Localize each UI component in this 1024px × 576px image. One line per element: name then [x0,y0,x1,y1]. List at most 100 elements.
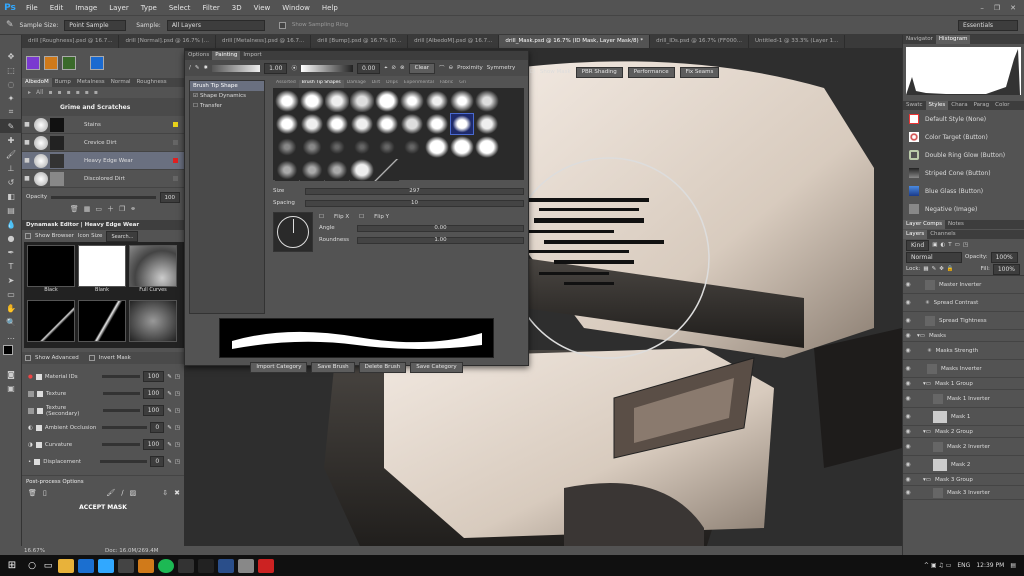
brush-tip[interactable] [375,113,399,135]
edit-icon[interactable]: ✎ [167,391,172,397]
3do-icon[interactable] [90,56,104,70]
screen-mode-icon[interactable]: ▣ [0,381,22,395]
brush-gradient-slider[interactable] [212,64,261,72]
tab-channels[interactable]: Channels [927,230,958,239]
brush-tip-selected[interactable] [450,113,474,135]
notifications-icon[interactable]: ▤ [1010,562,1016,569]
file-explorer-icon[interactable] [58,558,74,573]
source-material-ids[interactable]: ● Material IDs 100 ✎ ◳ [22,368,184,385]
clone-icon[interactable]: ⊘ [391,65,396,71]
layer-row[interactable]: ◉ Mask 1 [903,408,1024,426]
mask-row-crevice-dirt[interactable]: ■ Crevice Dirt [22,134,184,152]
settings-icon[interactable]: ◳ [175,374,180,380]
channel-icon-1[interactable]: ▪ [48,89,52,96]
brush-tool-icon[interactable]: 🖌 [0,147,22,161]
tab-swatches[interactable]: Swatc [903,101,926,110]
zoom-level[interactable]: 16.67% [24,548,45,554]
brush-preset-icon[interactable]: ✎ [195,65,200,71]
doc-tab-bump[interactable]: drill [Bump].psd @ 16.7% (D... [311,35,409,48]
spotify-icon[interactable] [158,558,174,573]
edit-icon[interactable]: ✎ [167,442,172,448]
brush-tip[interactable] [325,136,349,158]
brush-tip[interactable] [325,159,349,181]
clear-icon[interactable]: ✖ [174,489,180,497]
folder-icon[interactable]: ▭ [95,205,102,213]
stroke-icon[interactable]: ∕ [121,489,123,497]
opacity-slider[interactable] [51,195,156,199]
doc-tab-normal[interactable]: drill [Normal].psd @ 16.7% (... [119,35,216,48]
thumb-blank[interactable]: Blank [78,245,126,297]
style-double-ring[interactable]: Double Ring Glow (Button) [903,146,1024,164]
brush-tip[interactable] [275,159,299,181]
cat-damage[interactable]: Damage [344,80,369,88]
filezilla-icon[interactable] [258,558,274,573]
visibility-checkbox[interactable]: ■ [22,175,32,182]
export-icon[interactable]: ⇩ [162,489,168,497]
blur-tool-icon[interactable]: 💧 [0,217,22,231]
lock-pixels-icon[interactable]: ▦ [923,266,928,272]
brush-icon[interactable]: ∕ [189,65,191,71]
brush-tip[interactable] [375,159,399,181]
tab-painting[interactable]: Painting [212,51,241,60]
hand-tool-icon[interactable]: ✋ [0,301,22,315]
lock-all-icon[interactable]: 🔒 [947,266,954,272]
doc-tab-albedo[interactable]: drill [AlbedoM].psd @ 16.7... [408,35,500,48]
layer-row[interactable]: ◉ Spread Tightness [903,312,1024,330]
brush-tip[interactable] [450,136,474,158]
brush-tip[interactable] [450,90,474,112]
eye-icon[interactable]: ◉ [903,395,913,402]
pen-tool-icon[interactable]: ✒ [0,245,22,259]
brush-tip[interactable] [300,159,324,181]
settings-icon[interactable]: ◳ [175,425,180,431]
clock[interactable]: 12:39 PM [976,562,1004,569]
layer-row[interactable]: ◉ ✳ Spread Contrast [903,294,1024,312]
tab-albedo[interactable]: AlbedoM [22,78,52,87]
app-icon-3[interactable] [178,558,194,573]
transfer-item[interactable]: ☐ Transfer [190,101,264,111]
accept-mask-button[interactable]: ACCEPT MASK [22,501,184,515]
thumb-full-curves[interactable]: Full Curves [129,245,177,297]
stamp-tool-icon[interactable]: ⊥ [0,161,22,175]
shape-tool-icon[interactable]: ▭ [0,287,22,301]
brush-tip[interactable] [475,113,499,135]
post-process-options[interactable]: Post-process Options [22,475,184,487]
maximize-icon[interactable]: ❐ [994,4,1000,12]
proximity-label[interactable]: Proximity [457,65,483,71]
eyedropper-icon[interactable]: ✎ [0,119,22,133]
invert-mask-checkbox[interactable] [88,355,95,361]
brush-tip[interactable] [350,90,374,112]
fix-seams-button[interactable]: Fix Seams [679,66,720,78]
fill-input[interactable]: 100% [992,263,1020,275]
eye-icon[interactable]: ◉ [903,281,913,288]
brush-tip[interactable] [400,90,424,112]
brush-tip[interactable] [300,113,324,135]
save-icon[interactable]: ▦ [84,205,91,213]
brush-tip[interactable] [275,113,299,135]
app-icon-6[interactable] [238,558,254,573]
brush-tip[interactable] [300,136,324,158]
flip-x-checkbox[interactable]: ☐ [319,214,324,220]
layer-group-row[interactable]: ◉ ▾▭ Mask 1 Group [903,378,1024,390]
filter-pixel-icon[interactable]: ▣ [932,242,937,248]
menu-edit[interactable]: Edit [44,4,70,12]
brush-tip[interactable] [400,136,424,158]
type-tool-icon[interactable]: T [0,259,22,273]
photoshop-icon[interactable] [98,558,114,573]
menu-type[interactable]: Type [135,4,163,12]
brush-tip[interactable] [425,136,449,158]
menu-3d[interactable]: 3D [226,4,248,12]
symmetry-label[interactable]: Symmetry [487,65,516,71]
ddo-icon[interactable] [26,56,40,70]
checkbox-icon[interactable]: ☐ [193,103,198,109]
eye-icon[interactable]: ◉ [903,428,913,435]
healing-tool-icon[interactable]: ✚ [0,133,22,147]
save-brush-button[interactable]: Save Brush [311,362,355,373]
brush-icon[interactable]: 🖌 [106,489,115,497]
thumb-black[interactable]: Black [27,245,75,297]
layer-row[interactable]: ◉ Mask 2 [903,456,1024,474]
visibility-checkbox[interactable]: ■ [22,139,32,146]
zoom-tool-icon[interactable]: 🔍 [0,315,22,329]
spacing-slider[interactable]: 10 [305,199,524,207]
tab-character[interactable]: Chara [948,101,970,110]
curve-icon[interactable]: ⌒ [439,64,445,72]
